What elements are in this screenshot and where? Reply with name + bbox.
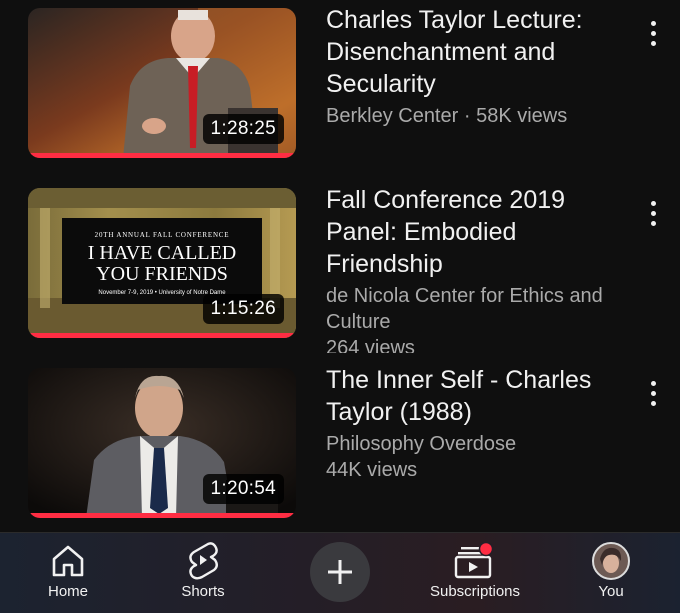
nav-shorts[interactable]: Shorts (168, 533, 238, 613)
nav-you[interactable]: You (584, 533, 638, 613)
dot-icon (650, 380, 656, 386)
video-duration: 1:20:54 (202, 474, 284, 504)
video-thumbnail[interactable]: 1:20:54 (28, 368, 296, 518)
more-options-button[interactable] (640, 16, 666, 50)
channel-name[interactable]: Philosophy Overdose (326, 431, 626, 457)
dot-icon (650, 30, 656, 36)
subscriptions-icon (453, 542, 497, 579)
dot-icon (650, 20, 656, 26)
video-title[interactable]: Charles Taylor Lecture: Disenchantment a… (326, 4, 626, 100)
separator: · (463, 105, 471, 127)
dot-icon (650, 210, 656, 216)
dot-icon (650, 220, 656, 226)
video-meta: Charles Taylor Lecture: Disenchantment a… (326, 4, 626, 129)
view-count: 58K views (476, 105, 568, 127)
video-thumbnail[interactable]: 1:28:25 (28, 8, 296, 158)
create-button[interactable] (310, 542, 370, 602)
thumbnail-headline-line-1: I HAVE CALLED (88, 242, 237, 264)
video-duration: 1:15:26 (202, 294, 284, 324)
video-duration: 1:28:25 (202, 114, 284, 144)
thumbnail-overline: 20TH ANNUAL FALL CONFERENCE (95, 231, 230, 239)
view-count: 44K views (326, 459, 418, 481)
watch-progress-bar (28, 153, 296, 158)
home-icon (50, 543, 86, 579)
video-meta: The Inner Self - Charles Taylor (1988) P… (326, 364, 626, 483)
channel-name[interactable]: Berkley Center (326, 105, 458, 127)
nav-home[interactable]: Home (36, 533, 100, 613)
video-item[interactable]: 1:28:25 Charles Taylor Lecture: Disencha… (0, 4, 680, 174)
video-meta: Fall Conference 2019 Panel: Embodied Fri… (326, 184, 626, 353)
nav-home-label: Home (47, 583, 88, 600)
thumbnail-headline-line-2: YOU FRIENDS (96, 263, 228, 285)
more-options-button[interactable] (640, 376, 666, 410)
view-count: 264 views (326, 337, 415, 353)
dot-icon (650, 390, 656, 396)
nav-you-label: You (598, 583, 624, 600)
shorts-icon (186, 542, 220, 580)
channel-name[interactable]: de Nicola Center for Ethics and Culture (326, 283, 626, 335)
dot-icon (650, 200, 656, 206)
video-title[interactable]: Fall Conference 2019 Panel: Embodied Fri… (326, 184, 626, 280)
watch-progress-bar (28, 333, 296, 338)
video-title[interactable]: The Inner Self - Charles Taylor (1988) (326, 364, 626, 428)
nav-shorts-label: Shorts (181, 583, 225, 600)
notification-dot-icon (478, 542, 494, 557)
nav-subscriptions-label: Subscriptions (429, 583, 521, 600)
video-item[interactable]: 20TH ANNUAL FALL CONFERENCE I HAVE CALLE… (0, 184, 680, 354)
plus-icon (328, 560, 352, 584)
video-subtitle: Berkley Center · 58K views (326, 103, 626, 129)
avatar (591, 542, 631, 580)
dot-icon (650, 400, 656, 406)
watch-progress-bar (28, 513, 296, 518)
dot-icon (650, 40, 656, 46)
nav-subscriptions[interactable]: Subscriptions (418, 533, 532, 613)
video-item[interactable]: 1:20:54 The Inner Self - Charles Taylor … (0, 364, 680, 532)
video-feed: 1:28:25 Charles Taylor Lecture: Disencha… (0, 0, 680, 532)
more-options-button[interactable] (640, 196, 666, 230)
video-thumbnail[interactable]: 20TH ANNUAL FALL CONFERENCE I HAVE CALLE… (28, 188, 296, 338)
